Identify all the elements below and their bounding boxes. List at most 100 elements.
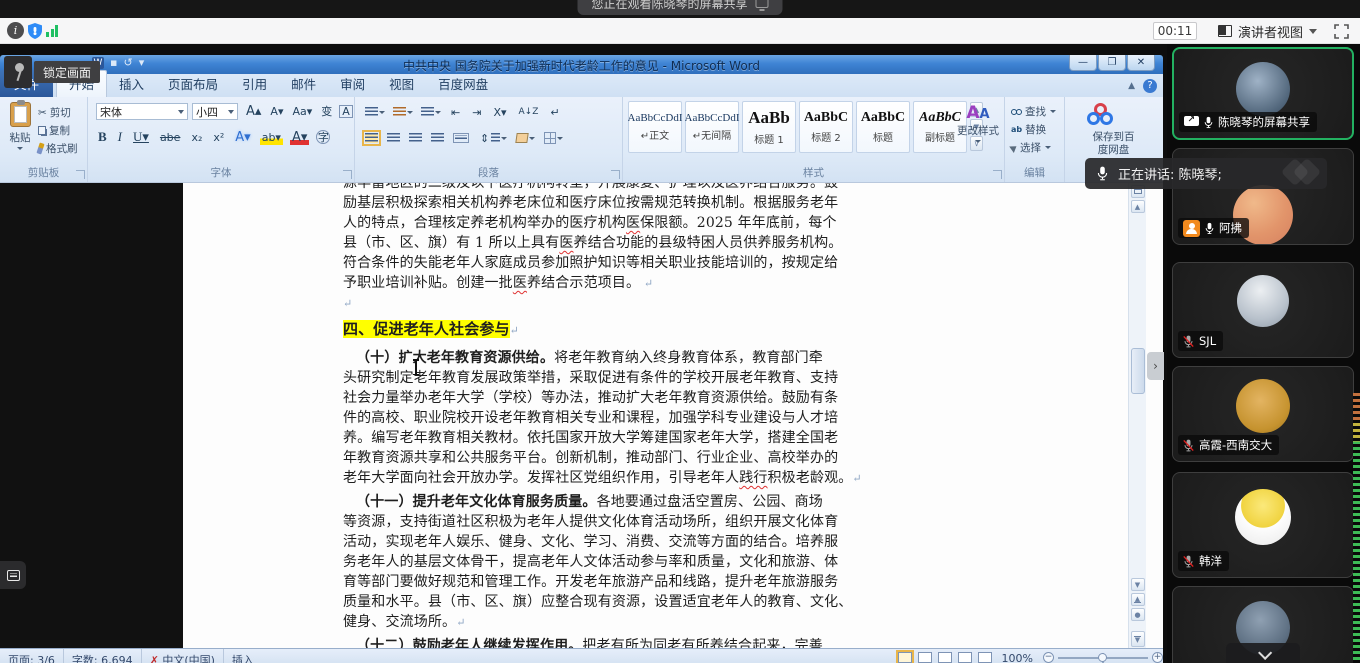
fullscreen-reading-view-button[interactable] bbox=[918, 652, 932, 663]
draft-view-button[interactable] bbox=[978, 652, 992, 663]
asian-layout-button[interactable]: X▾ bbox=[491, 104, 508, 120]
line-spacing-button[interactable]: ⇕ bbox=[478, 130, 507, 146]
styles-dialog-launcher[interactable] bbox=[993, 170, 1002, 179]
participant-tile[interactable]: 高霞-西南交大 bbox=[1172, 366, 1354, 462]
font-dialog-launcher[interactable] bbox=[343, 170, 352, 179]
scrollbar-thumb[interactable] bbox=[1131, 348, 1145, 394]
replace-button[interactable]: ab 替换 bbox=[1011, 122, 1046, 137]
view-mode-button[interactable]: 演讲者视图 bbox=[1210, 21, 1325, 41]
font-family-combo[interactable]: 宋体 bbox=[96, 103, 188, 120]
participant-tile[interactable]: SJL bbox=[1172, 262, 1354, 358]
style-heading2[interactable]: AaBbC标题 2 bbox=[799, 101, 853, 153]
cut-button[interactable]: ✂剪切 bbox=[38, 105, 71, 120]
bold-button[interactable]: B bbox=[96, 129, 109, 145]
style-normal[interactable]: AaBbCcDdI↵正文 bbox=[628, 101, 682, 153]
tab-view[interactable]: 视图 bbox=[377, 71, 426, 97]
align-left-button[interactable] bbox=[365, 133, 378, 143]
grow-font-button[interactable]: A▴ bbox=[244, 103, 263, 119]
scroll-up-button[interactable]: ▲ bbox=[1131, 200, 1145, 213]
strikethrough-button[interactable]: abe bbox=[158, 129, 183, 145]
phonetic-guide-button[interactable]: 变 bbox=[319, 103, 334, 119]
enclose-characters-button[interactable]: 字 bbox=[316, 130, 330, 144]
lock-screen-tooltip[interactable]: 锁定画面 bbox=[4, 56, 100, 88]
tab-page-layout[interactable]: 页面布局 bbox=[156, 71, 230, 97]
status-word-count[interactable]: 字数: 6,694 bbox=[64, 649, 142, 663]
underline-button[interactable]: U▾ bbox=[131, 129, 151, 145]
web-layout-view-button[interactable] bbox=[938, 652, 952, 663]
paragraph-dialog-launcher[interactable] bbox=[611, 170, 620, 179]
change-case-button[interactable]: Aa▾ bbox=[290, 103, 314, 119]
zoom-level[interactable]: 100% bbox=[998, 652, 1037, 663]
print-layout-view-button[interactable] bbox=[898, 652, 912, 663]
shading-button[interactable] bbox=[516, 133, 535, 143]
scroll-more-participants-button[interactable] bbox=[1226, 643, 1300, 663]
format-painter-button[interactable]: 格式刷 bbox=[38, 141, 78, 156]
borders-button[interactable] bbox=[544, 132, 563, 144]
decrease-indent-button[interactable]: ⇤ bbox=[449, 104, 462, 120]
participant-tile[interactable]: 韩洋 bbox=[1172, 472, 1354, 578]
select-browse-object-button[interactable]: ● bbox=[1131, 608, 1145, 621]
show-hide-marks-button[interactable]: ↵ bbox=[548, 104, 561, 120]
tab-references[interactable]: 引用 bbox=[230, 71, 279, 97]
help-icon[interactable]: ? bbox=[1143, 79, 1157, 93]
increase-indent-button[interactable]: ⇥ bbox=[470, 104, 483, 120]
close-button[interactable]: ✕ bbox=[1127, 55, 1155, 71]
previous-page-button[interactable]: ▲ bbox=[1131, 593, 1145, 606]
style-title[interactable]: AaBbC标题 bbox=[856, 101, 910, 153]
document-page[interactable]: 源丰富地区的二级及以下医疗机构转型，开展康复、护理以及医养结合服务。鼓励基层积极… bbox=[183, 183, 1163, 648]
screen-share-notice[interactable]: 您正在观看陈晓琴的屏幕共享 bbox=[577, 0, 782, 15]
zoom-out-button[interactable]: − bbox=[1043, 652, 1054, 663]
meeting-info-icon[interactable]: i bbox=[7, 22, 24, 39]
tab-baidu-netdisk[interactable]: 百度网盘 bbox=[426, 71, 500, 97]
save-to-baidu-button[interactable] bbox=[1087, 103, 1113, 127]
fullscreen-icon[interactable] bbox=[1334, 24, 1349, 39]
multilevel-list-button[interactable] bbox=[421, 107, 441, 117]
clipboard-dialog-launcher[interactable] bbox=[76, 170, 85, 179]
highlight-color-button[interactable]: ab▾ bbox=[260, 129, 283, 145]
zoom-slider[interactable]: − + bbox=[1043, 652, 1163, 663]
find-button[interactable]: 查找 bbox=[1011, 104, 1056, 119]
italic-button[interactable]: I bbox=[116, 129, 124, 145]
outline-view-button[interactable] bbox=[958, 652, 972, 663]
character-border-button[interactable]: A bbox=[339, 105, 353, 118]
numbering-button[interactable] bbox=[393, 107, 413, 117]
status-page[interactable]: 页面: 3/6 bbox=[0, 649, 64, 663]
select-button[interactable]: 选择 bbox=[1011, 140, 1051, 155]
align-center-button[interactable] bbox=[387, 133, 400, 143]
superscript-button[interactable]: x² bbox=[211, 129, 226, 145]
minimize-button[interactable]: — bbox=[1069, 55, 1097, 71]
paste-button[interactable]: 粘贴 bbox=[7, 102, 33, 150]
vertical-scrollbar[interactable]: ▲ ▼ ▲ ● ▼ bbox=[1128, 183, 1146, 648]
tab-mailings[interactable]: 邮件 bbox=[279, 71, 328, 97]
zoom-slider-thumb[interactable] bbox=[1098, 653, 1107, 662]
status-language[interactable]: ✗ 中文(中国) bbox=[142, 649, 224, 663]
font-size-combo[interactable]: 小四 bbox=[192, 103, 238, 120]
save-to-baidu-label[interactable]: 保存到百度网盘 bbox=[1065, 131, 1162, 157]
security-shield-icon[interactable] bbox=[26, 22, 44, 40]
style-no-spacing[interactable]: AaBbCcDdI↵无间隔 bbox=[685, 101, 739, 153]
collapse-ribbon-icon[interactable]: ▲ bbox=[1128, 81, 1135, 91]
shrink-font-button[interactable]: A▾ bbox=[268, 103, 285, 119]
font-color-button[interactable]: A▾ bbox=[290, 129, 309, 145]
tab-insert[interactable]: 插入 bbox=[107, 71, 156, 97]
distribute-button[interactable] bbox=[453, 133, 469, 143]
justify-button[interactable] bbox=[431, 133, 444, 143]
collapse-sidebar-tab[interactable]: › bbox=[1147, 352, 1164, 380]
tab-review[interactable]: 审阅 bbox=[328, 71, 377, 97]
participant-tile[interactable]: 陈晓琴的屏幕共享 bbox=[1172, 47, 1354, 140]
text-effects-button[interactable]: A▾ bbox=[233, 129, 252, 145]
sidebar-left-handle[interactable] bbox=[0, 561, 26, 589]
copy-button[interactable]: 复制 bbox=[38, 123, 70, 138]
sort-button[interactable]: A↓Z bbox=[517, 104, 541, 120]
participant-tile[interactable] bbox=[1172, 586, 1354, 663]
align-right-button[interactable] bbox=[409, 133, 422, 143]
bullets-button[interactable] bbox=[365, 107, 385, 117]
style-heading1[interactable]: AaBb标题 1 bbox=[742, 101, 796, 153]
next-page-button[interactable]: ▼ bbox=[1131, 631, 1145, 647]
subscript-button[interactable]: x₂ bbox=[189, 129, 204, 145]
network-signal-icon[interactable] bbox=[46, 25, 58, 37]
restore-button[interactable]: ❐ bbox=[1098, 55, 1126, 71]
scroll-down-button[interactable]: ▼ bbox=[1131, 578, 1145, 591]
zoom-in-button[interactable]: + bbox=[1152, 652, 1163, 663]
change-styles-button[interactable]: AA 更改样式 bbox=[955, 103, 1001, 143]
